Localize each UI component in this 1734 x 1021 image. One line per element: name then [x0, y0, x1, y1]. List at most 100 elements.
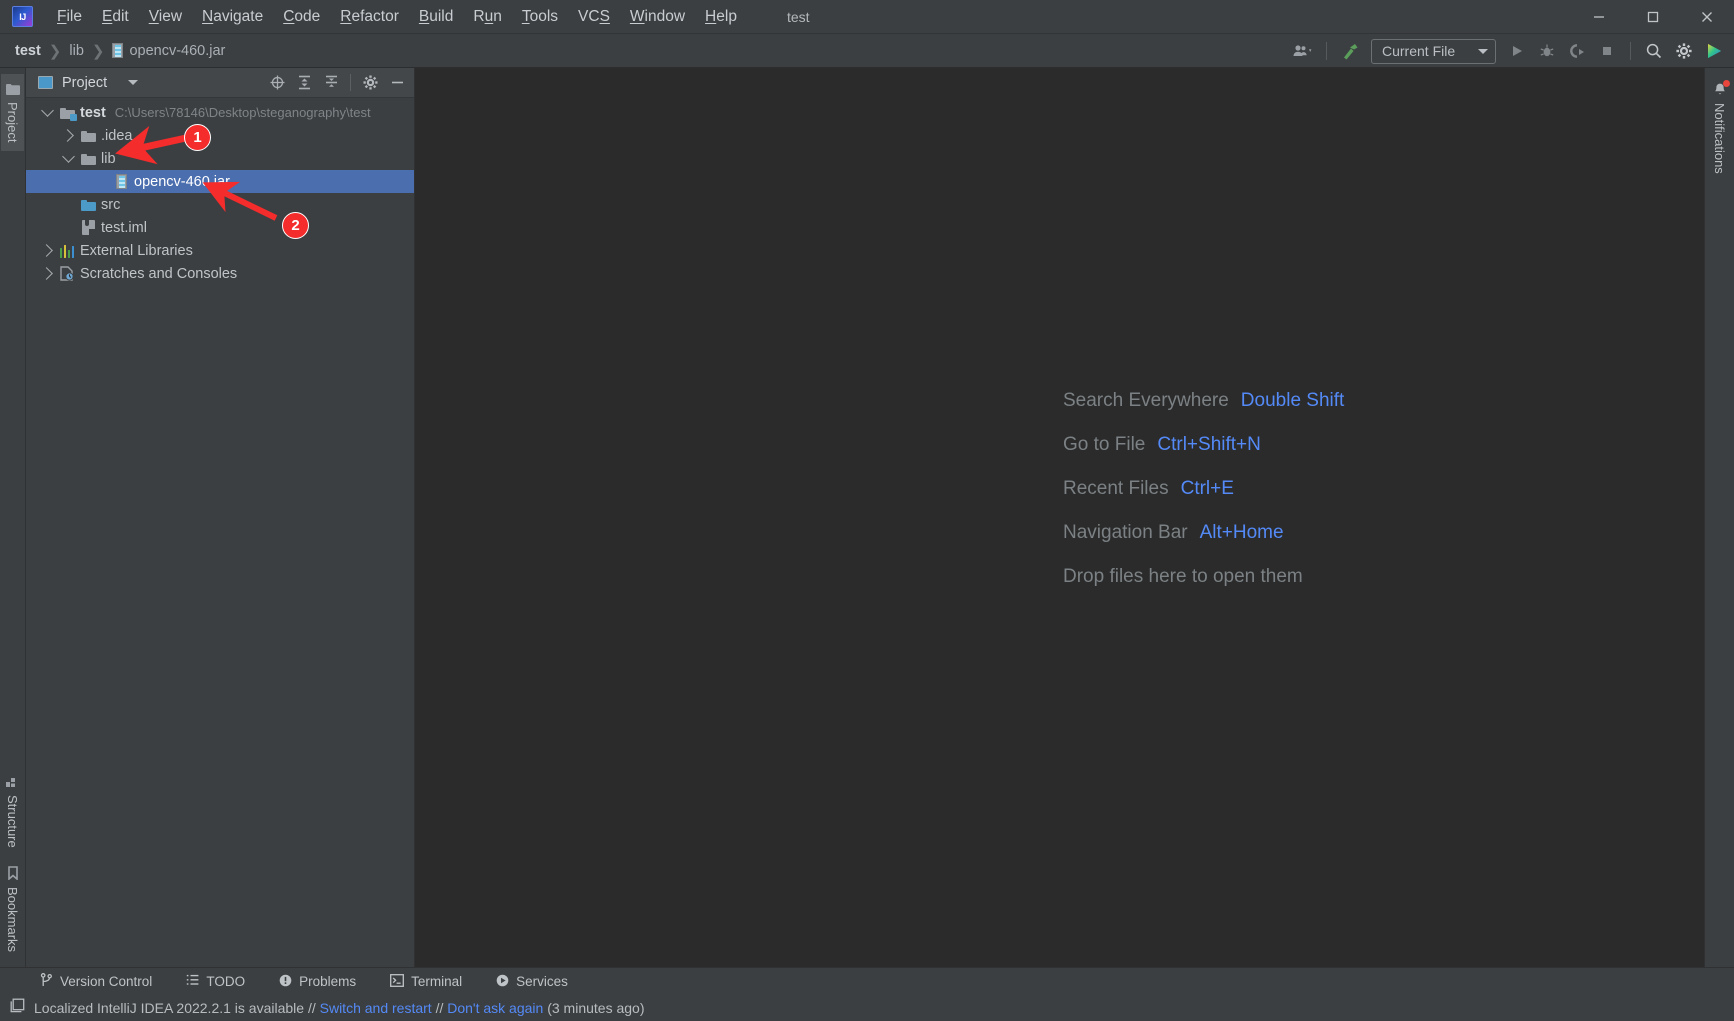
breadcrumb-item-jar[interactable]: opencv-460.jar — [107, 41, 230, 61]
dont-ask-again-link[interactable]: Don't ask again — [447, 1000, 543, 1016]
chevron-right-icon[interactable] — [38, 244, 57, 257]
run-configuration-label: Current File — [1382, 43, 1456, 59]
annotation-badge-2: 2 — [282, 212, 309, 239]
breadcrumb: test ❯ lib ❯ opencv-460.jar — [0, 41, 230, 61]
tree-row-scratches[interactable]: Scratches and Consoles — [26, 262, 414, 285]
tree-row-opencv-jar[interactable]: opencv-460.jar — [26, 170, 414, 193]
main-body: Project Structure Bookmarks Project test… — [0, 68, 1734, 967]
menu-run[interactable]: Run — [463, 4, 511, 30]
scratches-icon — [57, 266, 77, 281]
chevron-down-icon[interactable] — [38, 104, 57, 119]
source-folder-icon — [78, 199, 98, 211]
list-icon — [186, 974, 199, 989]
breadcrumb-item-lib[interactable]: lib — [64, 41, 89, 61]
tool-window-todo[interactable]: TODO — [182, 972, 249, 991]
run-icon[interactable] — [1503, 38, 1531, 64]
menu-view[interactable]: View — [139, 4, 192, 30]
tool-window-services[interactable]: Services — [492, 972, 572, 992]
tip-navigation-bar: Navigation Bar Alt+Home — [1063, 522, 1344, 544]
editor-shortcut-tips: Search Everywhere Double Shift Go to Fil… — [1063, 390, 1344, 588]
settings-gear-icon[interactable] — [357, 71, 383, 95]
status-message-mid: // — [431, 1000, 448, 1016]
chevron-down-icon[interactable] — [59, 150, 78, 165]
menu-build[interactable]: Build — [409, 4, 463, 30]
tree-label-test-iml: test.iml — [101, 219, 147, 236]
tip-key-label: Double Shift — [1240, 390, 1345, 411]
menu-vcs[interactable]: VCS — [568, 4, 620, 30]
switch-and-restart-link[interactable]: Switch and restart — [320, 1000, 432, 1016]
sidebar-item-project[interactable]: Project — [1, 74, 24, 152]
menu-tools[interactable]: Tools — [512, 4, 568, 30]
project-panel-header: Project — [26, 68, 414, 98]
expand-all-icon[interactable] — [291, 71, 317, 95]
window-controls — [1572, 0, 1734, 34]
title-bar: File Edit View Navigate Code Refactor Bu… — [0, 0, 1734, 34]
tree-label-idea: .idea — [101, 127, 133, 144]
chevron-down-icon[interactable] — [128, 80, 139, 85]
tree-row-idea[interactable]: .idea — [26, 124, 414, 147]
tree-label-test: test — [80, 104, 106, 121]
tree-label-scratches: Scratches and Consoles — [80, 265, 238, 282]
tool-window-label: Version Control — [60, 974, 153, 989]
notification-window-icon[interactable] — [10, 998, 25, 1018]
sidebar-item-structure[interactable]: Structure — [1, 767, 24, 857]
right-tool-stripe: Notifications — [1704, 68, 1734, 967]
breadcrumb-jar-label: opencv-460.jar — [129, 42, 226, 59]
ide-assistant-icon[interactable] — [1700, 38, 1728, 64]
terminal-icon — [390, 973, 405, 990]
tree-row-src[interactable]: src — [26, 193, 414, 216]
tool-window-terminal[interactable]: Terminal — [386, 972, 466, 992]
menu-refactor[interactable]: Refactor — [330, 4, 409, 30]
menu-file[interactable]: File — [47, 4, 92, 30]
run-with-coverage-icon[interactable] — [1563, 38, 1591, 64]
search-icon[interactable] — [1640, 38, 1668, 64]
tool-window-label: Problems — [299, 974, 357, 989]
tree-row-external-libraries[interactable]: External Libraries — [26, 239, 414, 262]
close-button[interactable] — [1680, 0, 1734, 34]
sidebar-item-notifications[interactable]: Notifications — [1708, 74, 1731, 182]
hide-panel-icon[interactable] — [384, 71, 410, 95]
menu-help[interactable]: Help — [695, 4, 747, 30]
structure-icon — [6, 776, 19, 788]
menu-window[interactable]: Window — [620, 4, 695, 30]
menu-navigate[interactable]: Navigate — [192, 4, 273, 30]
tool-window-problems[interactable]: Problems — [275, 972, 360, 992]
toolbar-separator — [1326, 42, 1327, 60]
tree-row-test[interactable]: test C:\Users\78146\Desktop\steganograph… — [26, 101, 414, 124]
tree-label-external-libraries: External Libraries — [80, 242, 193, 259]
jar-icon — [112, 43, 124, 58]
tip-key-label: Alt+Home — [1199, 522, 1284, 543]
sidebar-item-bookmarks[interactable]: Bookmarks — [1, 857, 24, 961]
run-configuration-selector[interactable]: Current File — [1371, 38, 1496, 64]
sidebar-label-bookmarks: Bookmarks — [5, 886, 20, 952]
tree-row-lib[interactable]: lib — [26, 147, 414, 170]
breadcrumb-item-project[interactable]: test — [10, 41, 46, 61]
panel-divider — [350, 74, 351, 91]
chevron-right-icon[interactable] — [38, 267, 57, 280]
maximize-button[interactable] — [1626, 0, 1680, 34]
tip-action-label: Recent Files — [1063, 478, 1169, 499]
debug-icon[interactable] — [1533, 38, 1561, 64]
chevron-right-icon[interactable] — [59, 129, 78, 142]
user-dropdown-icon[interactable] — [1289, 38, 1317, 64]
tree-label-opencv-jar: opencv-460.jar — [134, 173, 230, 190]
collapse-all-icon[interactable] — [318, 71, 344, 95]
project-panel-title[interactable]: Project — [38, 75, 139, 91]
breadcrumb-separator: ❯ — [91, 42, 105, 60]
stop-icon[interactable] — [1593, 38, 1621, 64]
settings-gear-icon[interactable] — [1670, 38, 1698, 64]
menu-edit[interactable]: Edit — [92, 4, 139, 30]
minimize-button[interactable] — [1572, 0, 1626, 34]
editor-empty-area[interactable]: Search Everywhere Double Shift Go to Fil… — [415, 68, 1704, 967]
hammer-build-icon[interactable] — [1336, 38, 1364, 64]
warning-icon — [279, 974, 292, 990]
project-tree[interactable]: test C:\Users\78146\Desktop\steganograph… — [26, 98, 414, 967]
notification-badge — [1722, 80, 1730, 87]
tip-action-label: Search Everywhere — [1063, 390, 1229, 411]
select-opened-file-icon[interactable] — [264, 71, 290, 95]
services-play-icon — [496, 974, 509, 990]
tree-row-test-iml[interactable]: test.iml — [26, 216, 414, 239]
menu-code[interactable]: Code — [273, 4, 330, 30]
tool-window-version-control[interactable]: Version Control — [36, 971, 156, 992]
annotation-badge-1: 1 — [184, 124, 211, 151]
